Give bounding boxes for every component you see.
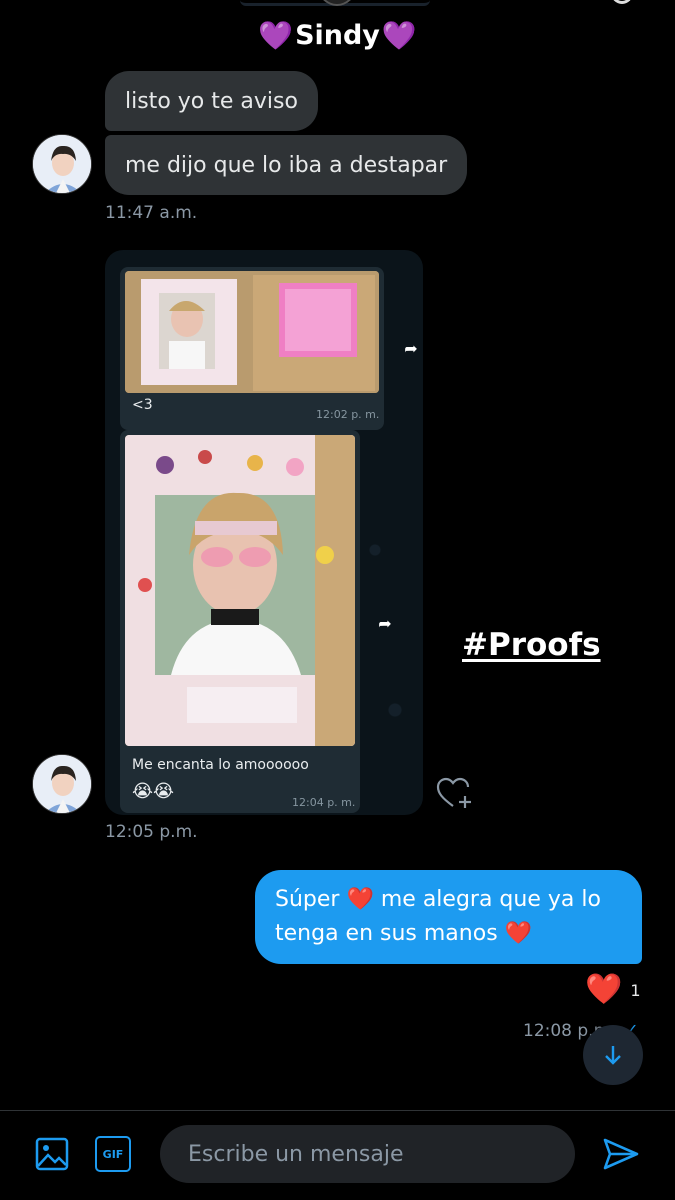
reaction-count: 1 xyxy=(630,980,641,1000)
incoming-message-bubble[interactable]: listo yo te aviso xyxy=(105,71,318,131)
info-icon-sliver[interactable] xyxy=(611,0,633,4)
message-timestamp: 12:05 p.m. xyxy=(105,822,198,842)
shared-image-card[interactable]: <3 12:02 p. m. ➦ Me encanta lo amoooooo … xyxy=(105,250,423,815)
embedded-photo-message: <3 12:02 p. m. xyxy=(120,267,384,430)
gift-photo xyxy=(125,435,355,746)
message-reaction[interactable]: ❤️ 1 xyxy=(585,975,641,1005)
gift-photo xyxy=(125,271,379,393)
add-reaction-icon[interactable] xyxy=(436,777,474,811)
embedded-photo-message: Me encanta lo amoooooo 😭😭 12:04 p. m. xyxy=(120,430,360,813)
forward-icon: ➦ xyxy=(378,613,392,633)
conversation-title: 💜 Sindy 💜 xyxy=(0,20,675,51)
embedded-caption: <3 xyxy=(132,397,153,413)
crying-emoji: 😭😭 xyxy=(132,781,175,802)
embedded-caption: Me encanta lo amoooooo xyxy=(132,757,309,773)
message-text: listo yo te aviso xyxy=(125,88,298,114)
proofs-overlay-text: #Proofs xyxy=(462,627,601,663)
embedded-time: 12:04 p. m. xyxy=(292,796,356,809)
scroll-to-bottom-button[interactable] xyxy=(583,1025,643,1085)
message-text: me dijo que lo iba a destapar xyxy=(125,152,448,178)
contact-avatar[interactable] xyxy=(32,134,92,194)
purple-heart-icon: 💜 xyxy=(381,18,417,52)
image-button[interactable] xyxy=(34,1136,70,1172)
incoming-message-bubble[interactable]: me dijo que lo iba a destapar xyxy=(105,135,468,195)
purple-heart-icon: 💜 xyxy=(258,18,294,52)
message-timestamp: 11:47 a.m. xyxy=(105,203,198,223)
red-heart-emoji: ❤️ xyxy=(346,887,374,912)
send-button[interactable] xyxy=(600,1135,642,1173)
embedded-time: 12:02 p. m. xyxy=(316,408,380,421)
heart-reaction-icon: ❤️ xyxy=(585,972,623,1007)
image-icon xyxy=(35,1137,69,1171)
message-composer: GIF xyxy=(0,1110,675,1200)
red-heart-emoji: ❤️ xyxy=(504,921,533,946)
contact-avatar[interactable] xyxy=(32,754,92,814)
send-icon xyxy=(603,1138,639,1170)
message-input[interactable] xyxy=(160,1125,575,1183)
outgoing-message-bubble[interactable]: Súper ❤️ me alegra que ya lo tenga en su… xyxy=(255,870,642,964)
forward-icon: ➦ xyxy=(404,338,418,358)
gif-button[interactable]: GIF xyxy=(95,1136,131,1172)
arrow-down-icon xyxy=(605,1046,621,1065)
gif-label: GIF xyxy=(102,1147,124,1161)
contact-name: Sindy xyxy=(295,20,380,51)
message-text: Súper xyxy=(275,887,340,912)
